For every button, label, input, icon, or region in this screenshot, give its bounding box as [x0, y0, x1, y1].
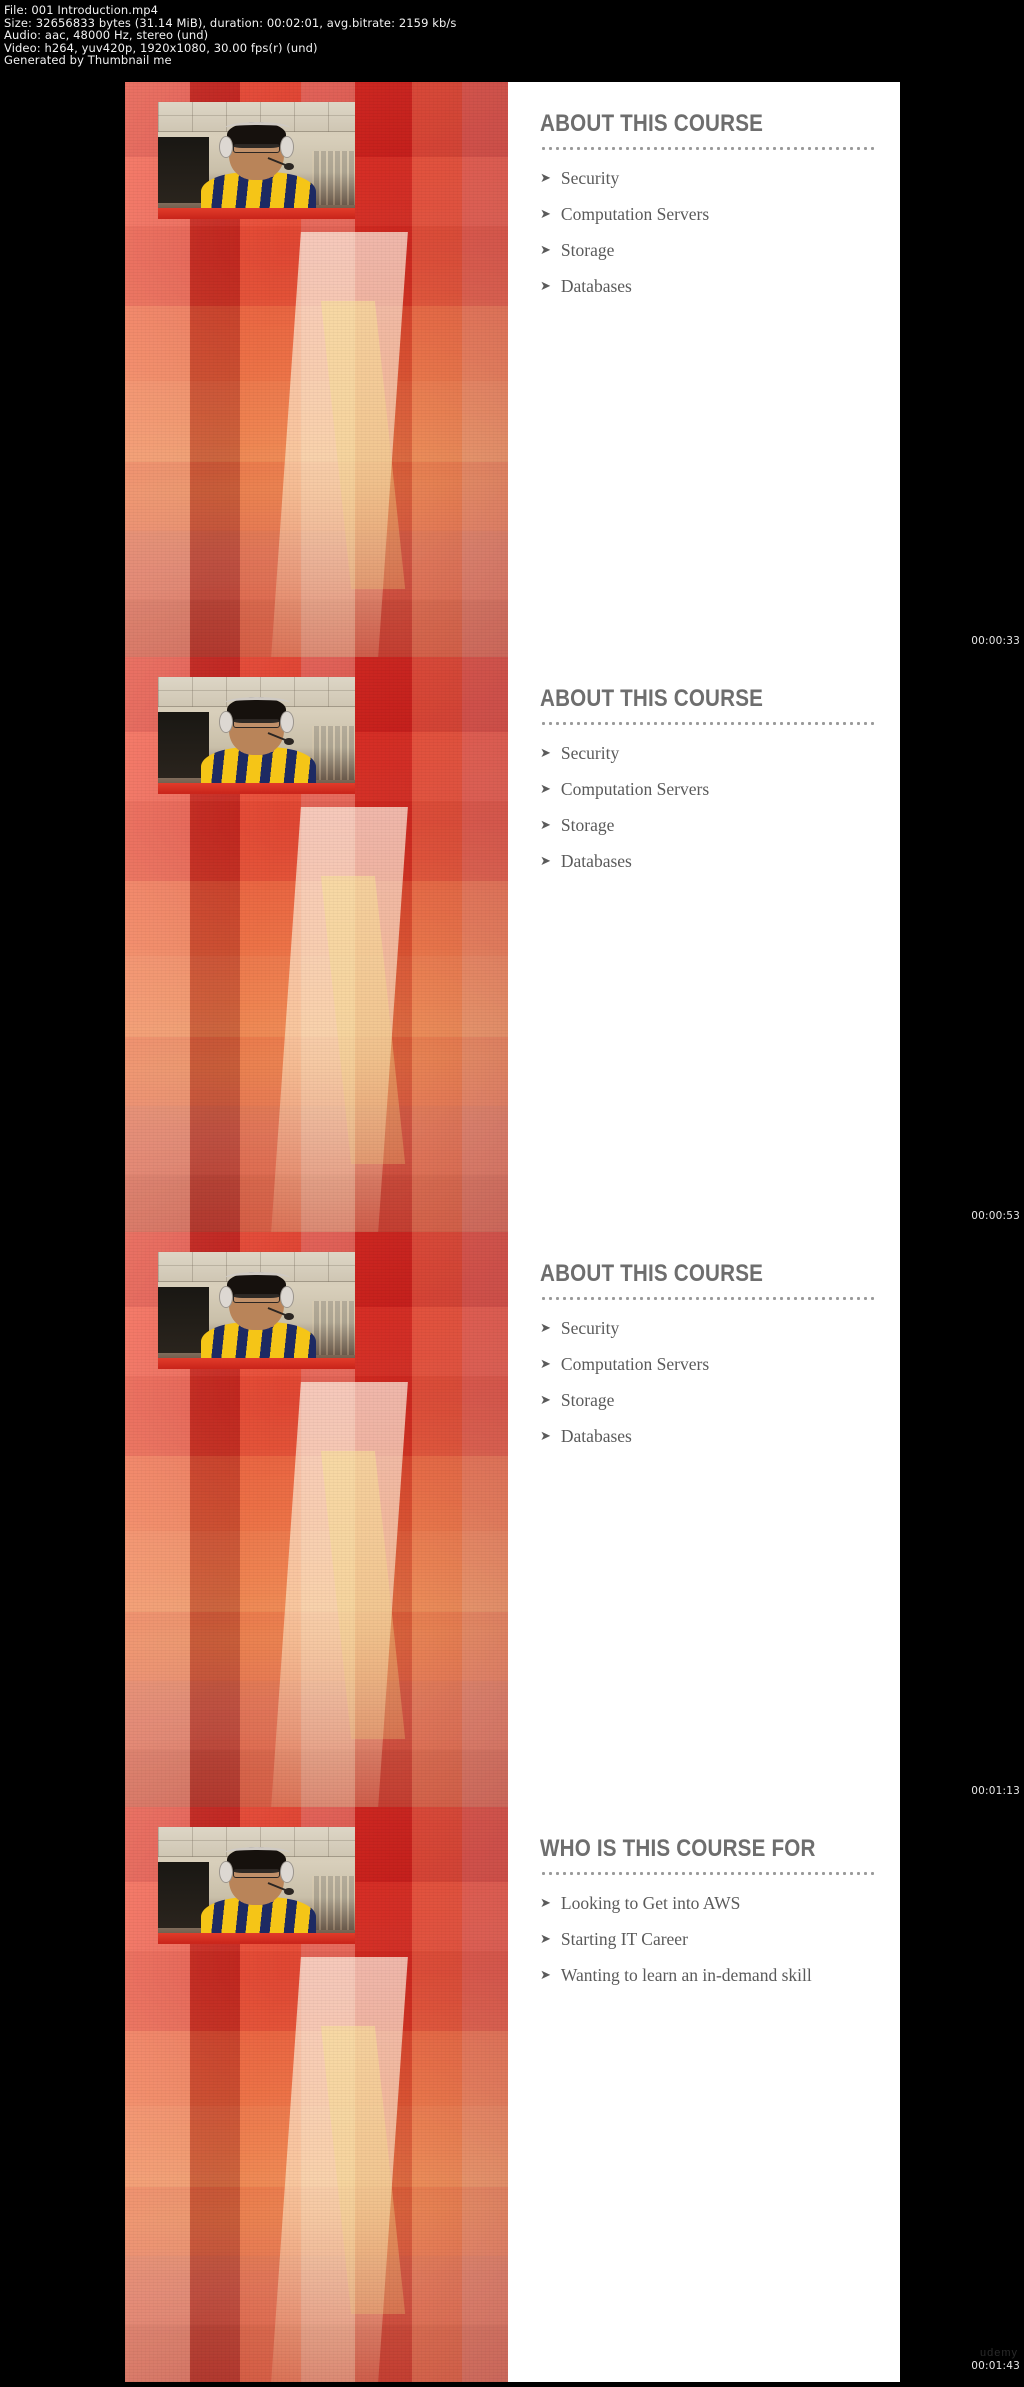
headphone-earcup-icon: [219, 1285, 233, 1309]
frame-timestamp: 00:00:53: [971, 1210, 1020, 1222]
arrow-bullet-icon: ➤: [540, 854, 551, 869]
webcam-overlay: [158, 1252, 355, 1369]
microphone-icon: [284, 1887, 294, 1895]
bullet-item: ➤ Computation Servers: [540, 780, 874, 799]
bullet-label: Computation Servers: [560, 1354, 710, 1374]
headphone-earcup-icon: [219, 135, 233, 159]
arrow-bullet-icon: ➤: [540, 1896, 551, 1911]
microphone-icon: [284, 1312, 294, 1320]
udemy-watermark: udemy: [979, 2347, 1018, 2359]
dotted-divider: [540, 1297, 874, 1300]
bullet-label: Databases: [560, 276, 632, 296]
bullet-item: ➤ Databases: [540, 277, 874, 296]
arrow-bullet-icon: ➤: [540, 1357, 551, 1372]
slide-artwork-panel: [125, 657, 508, 1232]
bullet-item: ➤ Databases: [540, 852, 874, 871]
bullet-item: ➤ Storage: [540, 816, 874, 835]
webcam-overlay: [158, 102, 355, 219]
arrow-bullet-icon: ➤: [540, 1429, 551, 1444]
meta-generator: Generated by Thumbnail me: [4, 53, 172, 68]
frame-timestamp: 00:01:13: [971, 1785, 1020, 1797]
bullet-item: ➤ Computation Servers: [540, 205, 874, 224]
bullet-item: ➤ Security: [540, 169, 874, 188]
microphone-icon: [284, 737, 294, 745]
arrow-bullet-icon: ➤: [540, 171, 551, 186]
bullet-item: ➤ Looking to Get into AWS: [540, 1894, 874, 1913]
bullet-label: Computation Servers: [560, 779, 710, 799]
bullet-item: ➤ Databases: [540, 1427, 874, 1446]
slide-heading: ABOUT THIS COURSE: [540, 110, 764, 137]
bullet-item: ➤ Wanting to learn an in-demand skill: [540, 1966, 874, 1985]
slide-content-panel: ABOUT THIS COURSE ➤ Security ➤ Computati…: [508, 82, 900, 657]
thumbnail-filmstrip: ABOUT THIS COURSE ➤ Security ➤ Computati…: [125, 82, 900, 2382]
meta-filename: File: 001 Introduction.mp4: [4, 3, 159, 17]
bullet-label: Databases: [560, 851, 632, 871]
bullet-list: ➤ Looking to Get into AWS ➤ Starting IT …: [540, 1894, 874, 1985]
headphone-earcup-icon: [219, 1860, 233, 1884]
bullet-list: ➤ Security ➤ Computation Servers ➤ Stora…: [540, 744, 874, 871]
arrow-bullet-icon: ➤: [540, 1393, 551, 1408]
arrow-bullet-icon: ➤: [540, 243, 551, 258]
arrow-bullet-icon: ➤: [540, 782, 551, 797]
eyeglasses-icon: [232, 1869, 281, 1879]
bullet-label: Looking to Get into AWS: [560, 1893, 741, 1913]
bullet-item: ➤ Computation Servers: [540, 1355, 874, 1374]
slide-artwork-panel: [125, 1232, 508, 1807]
bullet-list: ➤ Security ➤ Computation Servers ➤ Stora…: [540, 1319, 874, 1446]
dotted-divider: [540, 147, 874, 150]
video-frame-thumbnail[interactable]: ABOUT THIS COURSE ➤ Security ➤ Computati…: [125, 1232, 900, 1807]
webcam-overlay: [158, 1827, 355, 1944]
headphone-earcup-icon: [280, 1860, 294, 1884]
bullet-item: ➤ Security: [540, 744, 874, 763]
arrow-bullet-icon: ➤: [540, 1932, 551, 1947]
slide-artwork-panel: [125, 1807, 508, 2382]
bullet-label: Storage: [560, 815, 615, 835]
headphone-earcup-icon: [280, 135, 294, 159]
microphone-icon: [284, 162, 294, 170]
eyeglasses-icon: [232, 719, 281, 729]
bullet-label: Security: [560, 168, 620, 188]
slide-heading: ABOUT THIS COURSE: [540, 1260, 764, 1287]
bullet-label: Security: [560, 1318, 620, 1338]
arrow-bullet-icon: ➤: [540, 279, 551, 294]
bullet-item: ➤ Storage: [540, 1391, 874, 1410]
file-metadata-block: File: 001 Introduction.mp4 Size: 3265683…: [4, 4, 684, 67]
arrow-bullet-icon: ➤: [540, 207, 551, 222]
webcam-overlay: [158, 677, 355, 794]
slide-heading: ABOUT THIS COURSE: [540, 685, 764, 712]
bullet-label: Storage: [560, 1390, 615, 1410]
bullet-item: ➤ Storage: [540, 241, 874, 260]
bullet-label: Computation Servers: [560, 204, 710, 224]
arrow-bullet-icon: ➤: [540, 1968, 551, 1983]
arrow-bullet-icon: ➤: [540, 818, 551, 833]
bullet-list: ➤ Security ➤ Computation Servers ➤ Stora…: [540, 169, 874, 296]
video-frame-thumbnail[interactable]: ABOUT THIS COURSE ➤ Security ➤ Computati…: [125, 82, 900, 657]
meta-audio: Audio: aac, 48000 Hz, stereo (und): [4, 28, 209, 43]
headphone-earcup-icon: [280, 1285, 294, 1309]
slide-content-panel: ABOUT THIS COURSE ➤ Security ➤ Computati…: [508, 1232, 900, 1807]
slide-heading: WHO IS THIS COURSE FOR: [540, 1835, 816, 1862]
bullet-item: ➤ Starting IT Career: [540, 1930, 874, 1949]
arrow-bullet-icon: ➤: [540, 1321, 551, 1336]
eyeglasses-icon: [232, 144, 281, 154]
slide-artwork-panel: [125, 82, 508, 657]
headphone-earcup-icon: [219, 710, 233, 734]
bullet-item: ➤ Security: [540, 1319, 874, 1338]
bullet-label: Storage: [560, 240, 615, 260]
slide-content-panel: WHO IS THIS COURSE FOR ➤ Looking to Get …: [508, 1807, 900, 2382]
video-frame-thumbnail[interactable]: WHO IS THIS COURSE FOR ➤ Looking to Get …: [125, 1807, 900, 2382]
eyeglasses-icon: [232, 1294, 281, 1304]
arrow-bullet-icon: ➤: [540, 746, 551, 761]
dotted-divider: [540, 1872, 874, 1875]
frame-timestamp: 00:00:33: [971, 635, 1020, 647]
bullet-label: Wanting to learn an in-demand skill: [560, 1965, 812, 1985]
bullet-label: Starting IT Career: [560, 1929, 688, 1949]
slide-content-panel: ABOUT THIS COURSE ➤ Security ➤ Computati…: [508, 657, 900, 1232]
bullet-label: Databases: [560, 1426, 632, 1446]
dotted-divider: [540, 722, 874, 725]
frame-timestamp: 00:01:43: [971, 2360, 1020, 2372]
headphone-earcup-icon: [280, 710, 294, 734]
bullet-label: Security: [560, 743, 620, 763]
video-frame-thumbnail[interactable]: ABOUT THIS COURSE ➤ Security ➤ Computati…: [125, 657, 900, 1232]
